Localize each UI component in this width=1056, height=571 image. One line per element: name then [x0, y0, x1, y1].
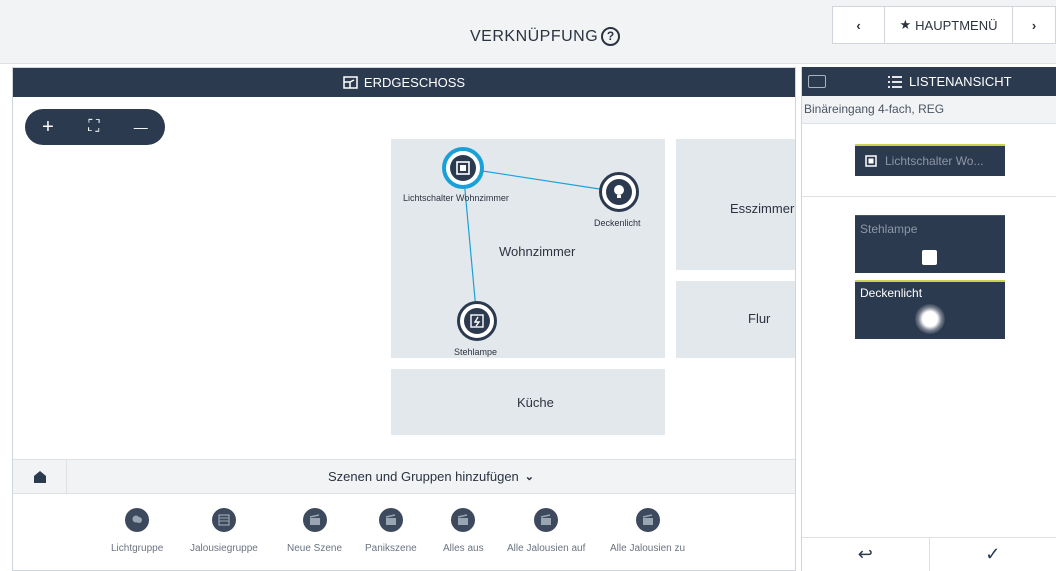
source-tile-lichtschalter[interactable]: Lichtschalter Wo... — [855, 144, 1005, 176]
page-title: VERKNÜPFUNG — [470, 28, 599, 45]
scene-tray: Lichtgruppe Jalousiegruppe Neue Szene Pa… — [13, 494, 795, 570]
device-node-deckenlicht[interactable] — [599, 172, 639, 212]
device-label: Deckenlicht — [594, 218, 641, 228]
main-menu-label: HAUPTMENÜ — [915, 17, 998, 33]
list-panel: LISTENANSICHT Binäreingang 4-fach, REG L… — [801, 67, 1056, 571]
home-icon — [33, 470, 46, 483]
switch-icon — [450, 155, 476, 181]
connection-lines — [462, 167, 620, 322]
add-scenes-label: Szenen und Gruppen hinzufügen — [327, 469, 519, 484]
device-node-lichtschalter[interactable] — [442, 147, 484, 189]
top-header: VERKNÜPFUNG ? ‹ ★ HAUPTMENÜ › — [0, 0, 1056, 64]
floorplan-canvas[interactable]: + ⛶ — Wohnzimmer Esszimmer Flur Küche Li — [13, 97, 795, 459]
target-tile-stehlampe[interactable]: Stehlampe — [855, 215, 1005, 273]
floorplan-panel: ERDGESCHOSS + ⛶ — Wohnzimmer Esszimmer F… — [12, 67, 796, 571]
target-zone: Stehlampe Deckenlicht — [802, 197, 1056, 537]
help-icon[interactable]: ? — [601, 27, 620, 46]
socket-icon — [922, 250, 937, 265]
nav-back-button[interactable]: ‹ — [833, 7, 885, 43]
collapse-panel-icon[interactable] — [808, 75, 826, 88]
device-label: Lichtschalter Wohnzimmer — [403, 193, 509, 203]
scene-item-jalousiegruppe[interactable]: Jalousiegruppe — [190, 508, 258, 554]
scene-label: Lichtgruppe — [111, 543, 164, 554]
floor-title: ERDGESCHOSS — [363, 75, 466, 90]
scene-label: Neue Szene — [287, 543, 343, 554]
scene-item-alle-jalousien-zu[interactable]: Alle Jalousien zu — [610, 508, 685, 554]
scene-label: Jalousiegruppe — [190, 543, 258, 554]
list-header: LISTENANSICHT — [802, 67, 1056, 96]
source-zone: Lichtschalter Wo... — [802, 124, 1056, 197]
scene-label: Alle Jalousien zu — [610, 543, 686, 554]
home-button[interactable] — [13, 460, 67, 493]
all-off-icon — [451, 508, 476, 532]
blinds-up-icon — [534, 508, 559, 532]
undo-button[interactable]: ↩ — [802, 538, 930, 571]
scene-item-alle-jalousien-auf[interactable]: Alle Jalousien auf — [507, 508, 585, 554]
blinds-down-icon — [635, 508, 660, 532]
target-tile-label: Stehlampe — [860, 222, 918, 236]
panic-scene-icon — [378, 508, 403, 532]
scene-item-neue-szene[interactable]: Neue Szene — [287, 508, 342, 554]
main-menu-button[interactable]: ★ HAUPTMENÜ — [885, 7, 1013, 43]
target-tile-deckenlicht[interactable]: Deckenlicht — [855, 280, 1005, 339]
socket-icon — [464, 308, 490, 334]
list-title: LISTENANSICHT — [888, 74, 1012, 89]
scene-icon — [302, 508, 327, 532]
device-node-stehlampe[interactable] — [457, 301, 497, 341]
bulb-icon — [606, 179, 632, 205]
star-icon: ★ — [899, 17, 912, 32]
nav-box: ‹ ★ HAUPTMENÜ › — [832, 6, 1056, 44]
chevron-down-icon: ⌄ — [524, 471, 535, 483]
blind-group-icon — [211, 508, 236, 532]
floor-header: ERDGESCHOSS — [13, 68, 795, 97]
target-tile-label: Deckenlicht — [860, 286, 923, 300]
list-title-label: LISTENANSICHT — [909, 74, 1012, 89]
scene-item-lichtgruppe[interactable]: Lichtgruppe — [111, 508, 163, 554]
scene-label: Alle Jalousien auf — [507, 543, 586, 554]
light-group-icon — [125, 508, 150, 532]
nav-forward-button[interactable]: › — [1013, 7, 1055, 43]
bulb-icon — [915, 304, 945, 334]
confirm-button[interactable]: ✓ — [930, 538, 1056, 571]
scene-item-panikszene[interactable]: Panikszene — [365, 508, 417, 554]
list-icon — [888, 75, 902, 88]
scene-item-alles-aus[interactable]: Alles aus — [443, 508, 484, 554]
add-scenes-toggle[interactable]: Szenen und Gruppen hinzufügen ⌄ — [67, 460, 795, 493]
device-name: Binäreingang 4-fach, REG — [802, 96, 1056, 124]
switch-icon — [865, 155, 877, 167]
footer-bar: ↩ ✓ — [802, 537, 1056, 571]
floorplan-icon — [343, 76, 358, 89]
scene-label: Panikszene — [365, 543, 417, 554]
scene-label: Alles aus — [443, 543, 484, 554]
scenes-bar: Szenen und Gruppen hinzufügen ⌄ — [13, 459, 795, 494]
device-label: Stehlampe — [454, 347, 498, 357]
source-tile-label: Lichtschalter Wo... — [885, 154, 984, 168]
